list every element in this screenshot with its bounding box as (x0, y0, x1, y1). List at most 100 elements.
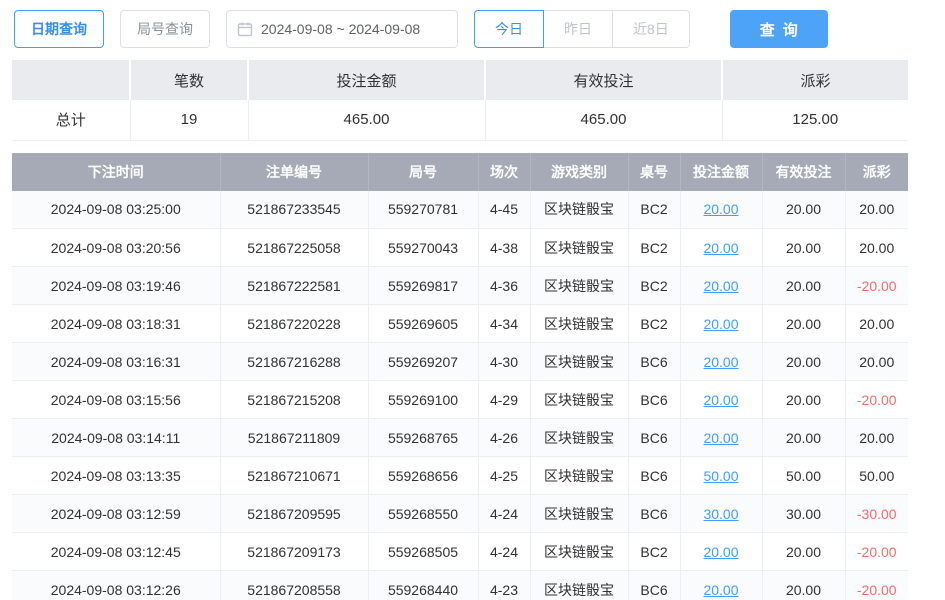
game-type-cell: 区块链骰宝 (530, 305, 628, 343)
table-row: 2024-09-08 03:12:59521867209595559268550… (12, 495, 908, 533)
header-payout: 派彩 (845, 153, 908, 191)
table-row: 2024-09-08 03:12:45521867209173559268505… (12, 533, 908, 571)
bet-amount-cell: 20.00 (680, 419, 762, 457)
valid-bet-cell: 20.00 (762, 571, 845, 600)
valid-bet-cell: 20.00 (762, 343, 845, 381)
records-table: 下注时间 注单编号 局号 场次 游戏类别 桌号 投注金额 有效投注 派彩 202… (12, 153, 908, 600)
bet-id-cell: 521867210671 (220, 457, 368, 495)
date-range-picker[interactable]: 2024-09-08 ~ 2024-09-08 (226, 10, 458, 48)
payout-cell: -30.00 (845, 495, 908, 533)
valid-bet-cell: 20.00 (762, 305, 845, 343)
bet-id-cell: 521867209173 (220, 533, 368, 571)
table-row: 2024-09-08 03:20:56521867225058559270043… (12, 229, 908, 267)
game-type-cell: 区块链骰宝 (530, 533, 628, 571)
summary-valid-bet-value: 465.00 (485, 100, 722, 140)
session-cell: 4-25 (478, 457, 530, 495)
bet-id-cell: 521867222581 (220, 267, 368, 305)
payout-cell: 20.00 (845, 419, 908, 457)
bet-amount-cell: 20.00 (680, 571, 762, 600)
table-row: 2024-09-08 03:13:35521867210671559268656… (12, 457, 908, 495)
search-button[interactable]: 查询 (730, 10, 828, 48)
valid-bet-cell: 20.00 (762, 533, 845, 571)
summary-table: 笔数 投注金额 有效投注 派彩 总计 19 465.00 465.00 125.… (12, 60, 908, 141)
round-no-cell: 559269605 (368, 305, 478, 343)
last8days-button[interactable]: 近8日 (612, 10, 690, 48)
bet-time-cell: 2024-09-08 03:18:31 (12, 305, 220, 343)
payout-cell: 20.00 (845, 305, 908, 343)
game-type-cell: 区块链骰宝 (530, 343, 628, 381)
bet-amount-link[interactable]: 20.00 (703, 240, 738, 256)
table-row: 2024-09-08 03:18:31521867220228559269605… (12, 305, 908, 343)
header-table-no: 桌号 (628, 153, 680, 191)
header-session: 场次 (478, 153, 530, 191)
date-range-value: 2024-09-08 ~ 2024-09-08 (261, 21, 420, 37)
session-cell: 4-30 (478, 343, 530, 381)
summary-header-bet-amount: 投注金额 (248, 60, 485, 100)
valid-bet-cell: 20.00 (762, 229, 845, 267)
table-no-cell: BC6 (628, 343, 680, 381)
summary-header-valid-bet: 有效投注 (485, 60, 722, 100)
summary-payout-value: 125.00 (722, 100, 908, 140)
round-no-cell: 559269207 (368, 343, 478, 381)
table-no-cell: BC2 (628, 267, 680, 305)
table-row: 2024-09-08 03:15:56521867215208559269100… (12, 381, 908, 419)
valid-bet-cell: 20.00 (762, 381, 845, 419)
bet-time-cell: 2024-09-08 03:13:35 (12, 457, 220, 495)
header-valid-bet: 有效投注 (762, 153, 845, 191)
bet-amount-cell: 20.00 (680, 191, 762, 229)
round-no-cell: 559268440 (368, 571, 478, 600)
valid-bet-cell: 30.00 (762, 495, 845, 533)
bet-amount-link[interactable]: 20.00 (703, 582, 738, 598)
game-type-cell: 区块链骰宝 (530, 457, 628, 495)
bet-amount-link[interactable]: 20.00 (703, 278, 738, 294)
bet-amount-link[interactable]: 20.00 (703, 201, 738, 217)
summary-header-row: 笔数 投注金额 有效投注 派彩 (12, 60, 908, 100)
bet-amount-cell: 50.00 (680, 457, 762, 495)
bet-time-cell: 2024-09-08 03:15:56 (12, 381, 220, 419)
bet-amount-link[interactable]: 50.00 (703, 468, 738, 484)
payout-cell: 20.00 (845, 229, 908, 267)
date-query-button[interactable]: 日期查询 (14, 10, 104, 48)
bet-amount-cell: 20.00 (680, 381, 762, 419)
game-type-cell: 区块链骰宝 (530, 267, 628, 305)
payout-cell: 50.00 (845, 457, 908, 495)
bet-time-cell: 2024-09-08 03:12:59 (12, 495, 220, 533)
table-no-cell: BC2 (628, 229, 680, 267)
session-cell: 4-24 (478, 495, 530, 533)
summary-header-count: 笔数 (130, 60, 248, 100)
header-bet-id: 注单编号 (220, 153, 368, 191)
table-row: 2024-09-08 03:12:26521867208558559268440… (12, 571, 908, 600)
round-no-cell: 559270781 (368, 191, 478, 229)
bet-id-cell: 521867216288 (220, 343, 368, 381)
payout-cell: 20.00 (845, 191, 908, 229)
bet-amount-link[interactable]: 20.00 (703, 354, 738, 370)
bet-time-cell: 2024-09-08 03:12:45 (12, 533, 220, 571)
valid-bet-cell: 50.00 (762, 457, 845, 495)
payout-cell: -20.00 (845, 381, 908, 419)
round-no-cell: 559269817 (368, 267, 478, 305)
summary-bet-amount-value: 465.00 (248, 100, 485, 140)
today-button[interactable]: 今日 (474, 10, 544, 48)
summary-header-payout: 派彩 (722, 60, 908, 100)
bet-amount-link[interactable]: 20.00 (703, 392, 738, 408)
bet-id-cell: 521867211809 (220, 419, 368, 457)
bet-amount-link[interactable]: 20.00 (703, 430, 738, 446)
bet-amount-link[interactable]: 20.00 (703, 544, 738, 560)
header-bet-time: 下注时间 (12, 153, 220, 191)
session-cell: 4-29 (478, 381, 530, 419)
summary-count-value: 19 (130, 100, 248, 140)
bet-amount-link[interactable]: 20.00 (703, 316, 738, 332)
round-query-button[interactable]: 局号查询 (120, 10, 210, 48)
session-cell: 4-36 (478, 267, 530, 305)
bet-time-cell: 2024-09-08 03:12:26 (12, 571, 220, 600)
bet-time-cell: 2024-09-08 03:14:11 (12, 419, 220, 457)
game-type-cell: 区块链骰宝 (530, 419, 628, 457)
summary-total-row: 总计 19 465.00 465.00 125.00 (12, 100, 908, 140)
yesterday-button[interactable]: 昨日 (543, 10, 613, 48)
bet-amount-link[interactable]: 30.00 (703, 506, 738, 522)
bet-time-cell: 2024-09-08 03:19:46 (12, 267, 220, 305)
records-header-row: 下注时间 注单编号 局号 场次 游戏类别 桌号 投注金额 有效投注 派彩 (12, 153, 908, 191)
valid-bet-cell: 20.00 (762, 267, 845, 305)
session-cell: 4-34 (478, 305, 530, 343)
header-round-no: 局号 (368, 153, 478, 191)
